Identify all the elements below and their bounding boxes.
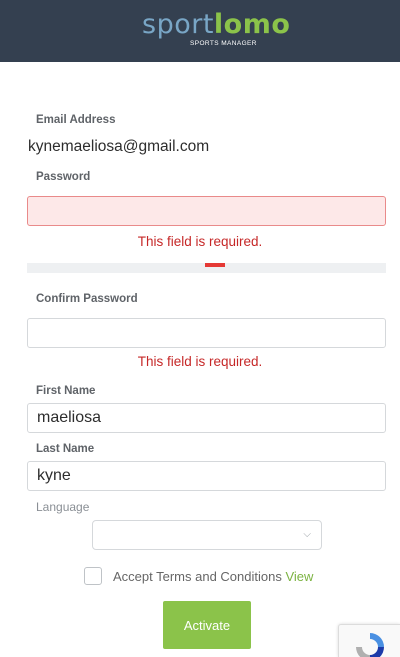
password-label: Password <box>36 171 91 183</box>
language-select[interactable]: ⌵ <box>92 520 322 550</box>
last-name-field[interactable] <box>27 461 386 491</box>
first-name-field[interactable] <box>27 403 386 433</box>
terms-text: Accept Terms and Conditions View <box>113 569 313 584</box>
password-field[interactable] <box>27 196 386 226</box>
language-label: Language <box>36 500 90 514</box>
email-value: kynemaeliosa@gmail.com <box>28 138 210 155</box>
logo-word-lomo: lomo <box>213 9 291 40</box>
recaptcha-icon <box>356 633 384 657</box>
logo-subtitle: SPORTS MANAGER <box>190 40 257 47</box>
terms-label: Accept Terms and Conditions <box>113 569 282 584</box>
recaptcha-badge[interactable] <box>338 624 400 657</box>
app-header: sportlomo SPORTS MANAGER <box>0 0 400 62</box>
email-label: Email Address <box>36 114 116 126</box>
terms-checkbox[interactable] <box>84 567 102 585</box>
confirm-password-field[interactable] <box>27 318 386 348</box>
logo-word-sport: sport <box>142 9 214 40</box>
chevron-down-icon: ⌵ <box>303 529 311 540</box>
activate-button[interactable]: Activate <box>163 601 251 649</box>
confirm-password-error: This field is required. <box>137 354 263 369</box>
terms-view-link[interactable]: View <box>285 569 313 584</box>
sportlomo-logo: sportlomo SPORTS MANAGER <box>142 9 290 49</box>
first-name-label: First Name <box>36 385 96 397</box>
confirm-password-label: Confirm Password <box>36 293 138 305</box>
password-error: This field is required. <box>137 234 263 249</box>
logo-wordmark: sportlomo <box>142 9 290 41</box>
password-strength-indicator <box>205 263 225 267</box>
last-name-label: Last Name <box>36 443 95 455</box>
